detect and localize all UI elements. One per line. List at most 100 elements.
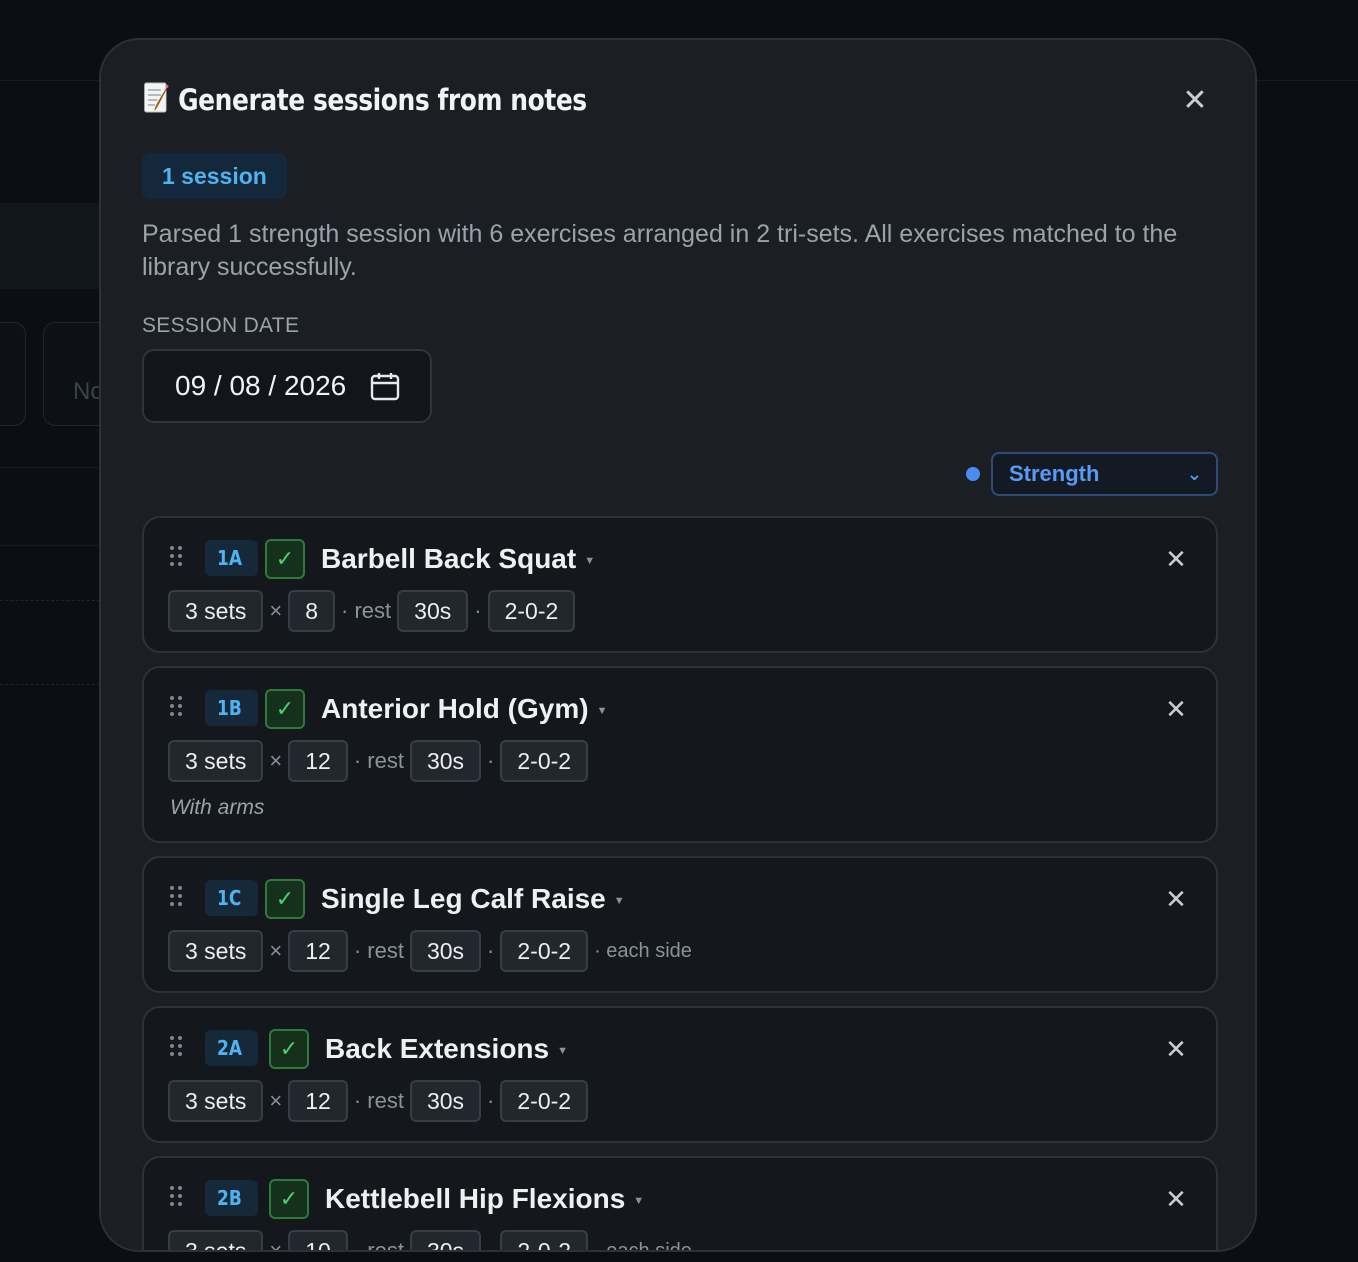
reps-input[interactable]: 10 [288, 1230, 348, 1250]
session-type-select[interactable]: Strength ⌄ [991, 452, 1218, 496]
session-type-dot [966, 467, 980, 481]
caret-down-icon: ▼ [596, 705, 608, 717]
caret-down-icon: ▼ [557, 1045, 568, 1057]
exercise-name: Anterior Hold (Gym) [321, 693, 589, 724]
reps-input[interactable]: 12 [288, 930, 348, 972]
exercise-card: 1B ✓ Anterior Hold (Gym) ▼ ✕ 3 sets × 12 · r… [142, 666, 1218, 843]
session-date-input[interactable]: 09 / 08 / 2026 [142, 349, 432, 423]
drag-handle-icon[interactable] [170, 546, 184, 568]
bg-text: Nc [73, 378, 103, 405]
bg-divider [0, 467, 100, 468]
each-side-label: · each side [594, 1240, 692, 1252]
exercise-note[interactable]: With arms [170, 796, 264, 820]
sets-input[interactable]: 3 sets [168, 1080, 264, 1122]
drag-handle-icon[interactable] [170, 886, 184, 908]
sets-input[interactable]: 3 sets [168, 740, 264, 782]
exercise-name-dropdown[interactable]: Kettlebell Hip Flexions ▼ [325, 1180, 644, 1218]
reps-input[interactable]: 12 [288, 1080, 348, 1122]
rest-input[interactable]: 30s [409, 930, 482, 972]
exercise-card: 2B ✓ Kettlebell Hip Flexions ▼ ✕ 3 sets × 1… [142, 1156, 1218, 1252]
exercise-card: 2A ✓ Back Extensions ▼ ✕ 3 sets × 12 · rest 3… [142, 1006, 1218, 1143]
bg-card [0, 322, 26, 426]
exercise-name: Single Leg Calf Raise [321, 883, 606, 914]
remove-exercise-button[interactable]: ✕ [1164, 694, 1188, 724]
drag-handle-icon[interactable] [170, 1036, 184, 1058]
remove-exercise-button[interactable]: ✕ [1164, 544, 1188, 574]
exercise-name: Barbell Back Squat [321, 543, 577, 574]
exercise-params: 3 sets × 12 · rest 30s · 2-0-2 [168, 740, 589, 782]
exercise-tag: 1C [205, 880, 258, 916]
matched-check-icon: ✓ [269, 1179, 309, 1219]
separator-dot: · [474, 598, 482, 623]
session-type-row: Strength ⌄ [958, 452, 1218, 496]
remove-exercise-button[interactable]: ✕ [1164, 884, 1188, 914]
exercise-tag: 2B [205, 1180, 259, 1216]
tempo-input[interactable]: 2-0-2 [500, 930, 589, 972]
tempo-input[interactable]: 2-0-2 [500, 1230, 589, 1250]
rest-label: · rest [353, 1238, 404, 1252]
exercise-tag: 1B [205, 690, 259, 726]
exercise-name-dropdown[interactable]: Single Leg Calf Raise ▼ [321, 880, 625, 918]
exercise-card: 1A ✓ Barbell Back Squat ▼ ✕ 3 sets × 8 · res… [142, 516, 1218, 653]
sets-input[interactable]: 3 sets [168, 590, 264, 632]
rest-label: · rest [353, 1088, 404, 1113]
separator-dot: · [487, 1088, 495, 1113]
rest-input[interactable]: 30s [397, 590, 469, 632]
matched-check-icon: ✓ [265, 879, 305, 919]
rest-label: · rest [353, 748, 404, 773]
modal-title-text: Generate sessions from notes [178, 83, 587, 117]
matched-check-icon: ✓ [269, 1029, 309, 1069]
tempo-input[interactable]: 2-0-2 [500, 740, 589, 782]
modal-title: Generate sessions from notes [142, 80, 587, 117]
exercise-card: 1C ✓ Single Leg Calf Raise ▼ ✕ 3 sets × 12 ·… [142, 856, 1218, 993]
calendar-icon[interactable] [370, 371, 400, 401]
exercise-params: 3 sets × 10 · rest 30s · 2-0-2 · each side [168, 1230, 698, 1252]
reps-input[interactable]: 12 [288, 740, 348, 782]
exercise-name-dropdown[interactable]: Back Extensions ▼ [325, 1030, 568, 1068]
parse-summary: Parsed 1 strength session with 6 exercis… [142, 220, 1178, 281]
tempo-input[interactable]: 2-0-2 [500, 1080, 589, 1122]
rest-label: · rest [341, 598, 392, 623]
remove-exercise-button[interactable]: ✕ [1164, 1034, 1188, 1064]
exercise-params: 3 sets × 12 · rest 30s · 2-0-2 [168, 1080, 589, 1122]
rest-input[interactable]: 30s [409, 740, 482, 782]
tempo-input[interactable]: 2-0-2 [487, 590, 576, 632]
times-sign: × [269, 748, 283, 773]
times-sign: × [269, 938, 283, 963]
matched-check-icon: ✓ [265, 539, 305, 579]
rest-input[interactable]: 30s [409, 1080, 482, 1122]
separator-dot: · [487, 1238, 495, 1252]
matched-check-icon: ✓ [265, 689, 305, 729]
exercise-params: 3 sets × 12 · rest 30s · 2-0-2 · each side [168, 930, 698, 972]
generate-sessions-modal: Generate sessions from notes ✕ 1 session… [99, 38, 1257, 1252]
caret-down-icon: ▼ [613, 895, 625, 907]
times-sign: × [269, 598, 283, 623]
sets-input[interactable]: 3 sets [168, 930, 264, 972]
rest-label: · rest [353, 938, 404, 963]
exercise-name-dropdown[interactable]: Barbell Back Squat ▼ [321, 540, 595, 578]
caret-down-icon: ▼ [584, 555, 596, 567]
remove-exercise-button[interactable]: ✕ [1164, 1184, 1188, 1214]
reps-input[interactable]: 8 [288, 590, 336, 632]
session-date-value: 09 / 08 / 2026 [175, 370, 347, 401]
bg-dashed-line [0, 600, 100, 601]
drag-handle-icon[interactable] [170, 1186, 184, 1208]
close-icon: ✕ [1182, 84, 1208, 117]
session-date-label: SESSION DATE [142, 314, 300, 337]
separator-dot: · [487, 938, 495, 963]
bg-divider [0, 545, 100, 546]
exercise-params: 3 sets × 8 · rest 30s · 2-0-2 [168, 590, 576, 632]
drag-handle-icon[interactable] [170, 696, 184, 718]
bg-band [0, 203, 100, 289]
exercise-tag: 1A [205, 540, 259, 576]
session-type-value: Strength [1009, 461, 1100, 486]
rest-input[interactable]: 30s [409, 1230, 482, 1250]
session-count-badge: 1 session [142, 153, 287, 199]
each-side-label: · each side [594, 940, 692, 962]
exercise-name-dropdown[interactable]: Anterior Hold (Gym) ▼ [321, 690, 607, 728]
caret-down-icon: ▼ [633, 1195, 645, 1207]
sets-input[interactable]: 3 sets [168, 1230, 264, 1250]
close-modal-button[interactable]: ✕ [1180, 86, 1210, 116]
separator-dot: · [487, 748, 495, 773]
memo-icon [144, 82, 169, 113]
